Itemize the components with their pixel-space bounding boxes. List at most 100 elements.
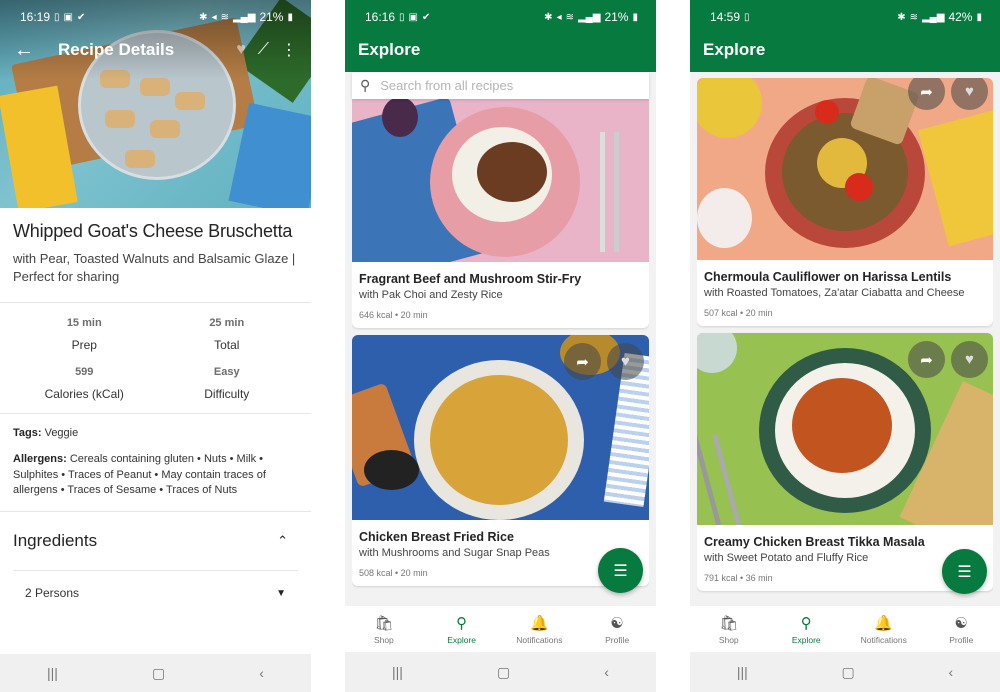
share-icon: ➦ [920,83,933,101]
more-options-button[interactable]: ⋮ [281,40,297,60]
filter-icon: ☰ [957,563,972,581]
signal-icon: ▂▄▆ [921,11,945,23]
favorite-button[interactable]: ♥ [607,343,644,380]
recipe-image: ➦ ♥ [697,333,993,525]
image-icon: ▣ [63,11,73,23]
filter-button[interactable]: ☰ [942,549,987,594]
nav-tab-explore[interactable]: ⚲ Explore [423,606,501,652]
recipe-meta: 646 kcal • 20 min [359,310,428,320]
system-back-button[interactable]: ‹ [948,664,953,680]
bottom-nav: 🛍 Shop ⚲ Explore 🔔 Notifications ☯ Profile [345,606,656,652]
system-back-button[interactable]: ‹ [604,664,609,680]
recents-button[interactable]: ||| [737,664,748,680]
nav-tab-explore[interactable]: ⚲ Explore [768,606,846,652]
favorite-button[interactable]: ♥ [951,78,988,110]
nav-label: Notifications [516,634,563,645]
recipe-card[interactable]: ➦ ♥ Chicken Breast Fried Rice with Mushr… [352,335,649,586]
bell-icon: 🔔 [874,614,894,632]
nav-tab-shop[interactable]: 🛍 Shop [690,606,768,652]
share-button[interactable]: ➦ [564,343,601,380]
profile-icon: ☯ [610,614,624,632]
signal-icon: ▂▄▆ [577,11,601,23]
sim-icon: ▯ [54,11,60,23]
stat-value: 599 [75,366,94,378]
home-button[interactable]: ▢ [497,664,510,681]
recipe-image [352,72,649,262]
mute-icon: ◂ [556,11,562,23]
servings-value: 2 Persons [25,586,80,600]
tags-label: Tags: [13,427,42,439]
recipe-name: Fragrant Beef and Mushroom Stir-Fry [359,272,582,286]
filter-button[interactable]: ☰ [598,548,643,593]
stat-total: 25 min Total [156,317,299,352]
recipe-card[interactable]: Fragrant Beef and Mushroom Stir-Fry with… [352,72,649,328]
battery-level: 21% [259,10,284,24]
stat-value: 25 min [209,317,245,329]
wifi-icon: ≋ [909,11,918,23]
profile-icon: ☯ [954,614,968,632]
tags-value: Veggie [41,427,79,439]
system-nav-bar: ||| ▢ ‹ [345,652,656,692]
system-back-button[interactable]: ‹ [259,665,264,681]
recipe-meta: 507 kcal • 20 min [704,308,773,318]
page-title: Explore [358,40,421,59]
nav-tab-notifications[interactable]: 🔔 Notifications [845,606,923,652]
check-icon: ✔ [77,11,86,23]
favorite-button[interactable]: ♥ [951,341,988,378]
page-title: Explore [703,40,766,59]
filter-icon: ☰ [613,562,628,580]
signal-icon: ▂▄▆ [232,11,256,23]
battery-level: 21% [604,10,629,24]
back-button[interactable]: ← [14,39,58,62]
share-button[interactable]: ➦ [908,78,945,110]
heart-icon: ♥ [965,351,974,368]
nav-label: Shop [373,634,394,645]
stat-label: Prep [71,338,97,352]
heart-icon: ♥ [965,83,974,100]
recipe-tags: Tags: Veggie [13,414,298,439]
bottom-nav: 🛍 Shop ⚲ Explore 🔔 Notifications ☯ Profile [690,606,1000,652]
search-bar[interactable]: ⚲ [352,72,649,99]
recipe-card[interactable]: ➦ ♥ Creamy Chicken Breast Tikka Masala w… [697,333,993,591]
recipe-feed[interactable]: Fragrant Beef and Mushroom Stir-Fry with… [352,72,649,606]
nav-tab-notifications[interactable]: 🔔 Notifications [501,606,579,652]
recents-button[interactable]: ||| [47,665,58,681]
favorite-button[interactable]: ♥ [236,41,246,59]
servings-dropdown[interactable]: 2 Persons ▼ [13,569,298,616]
recents-button[interactable]: ||| [392,664,403,680]
recipe-name: Creamy Chicken Breast Tikka Masala [704,535,925,549]
explore-screen-1: 16:16 ▯ ▣ ✔ ✱ ◂ ≋ ▂▄▆ 21% ▮ Explore ⚲ Se… [345,0,656,692]
home-button[interactable]: ▢ [152,665,165,682]
recipe-title: Whipped Goat's Cheese Bruschetta [13,221,293,241]
mute-video-button[interactable]: ⟋ [258,41,269,59]
app-bar: ← Recipe Details ♥ ⟋ ⋮ [0,34,311,66]
recipe-card[interactable]: ➦ ♥ Chermoula Cauliflower on Harissa Len… [697,78,993,326]
search-input[interactable] [380,78,641,93]
search-icon: ⚲ [360,77,371,93]
image-icon: ▣ [408,11,418,23]
share-button[interactable]: ➦ [908,341,945,378]
sim-icon: ▯ [744,11,750,23]
battery-icon: ▮ [632,11,638,23]
nav-tab-profile[interactable]: ☯ Profile [923,606,1000,652]
explore-search-icon: ⚲ [456,614,468,632]
recipe-feed[interactable]: ➦ ♥ Chermoula Cauliflower on Harissa Len… [697,78,993,606]
stat-label: Total [214,338,240,352]
status-time: 16:19 [20,10,51,24]
recipe-name: Chicken Breast Fried Rice [359,530,514,544]
status-time: 14:59 [710,10,741,24]
stat-value: Easy [213,366,240,378]
check-icon: ✔ [422,11,431,23]
stat-prep: 15 min Prep [13,317,156,352]
app-bar: 16:16 ▯ ▣ ✔ ✱ ◂ ≋ ▂▄▆ 21% ▮ Explore [345,0,656,72]
battery-icon: ▮ [287,11,293,23]
nav-label: Explore [447,634,477,645]
nav-label: Explore [791,634,821,645]
chevron-up-icon[interactable]: ⌃ [277,533,298,549]
nav-tab-profile[interactable]: ☯ Profile [578,606,656,652]
home-button[interactable]: ▢ [842,664,855,681]
recipe-subtitle: with Mushrooms and Sugar Snap Peas [359,547,550,559]
ingredients-header[interactable]: Ingredients ⌃ [13,512,298,570]
share-icon: ➦ [920,351,933,369]
nav-tab-shop[interactable]: 🛍 Shop [345,606,423,652]
